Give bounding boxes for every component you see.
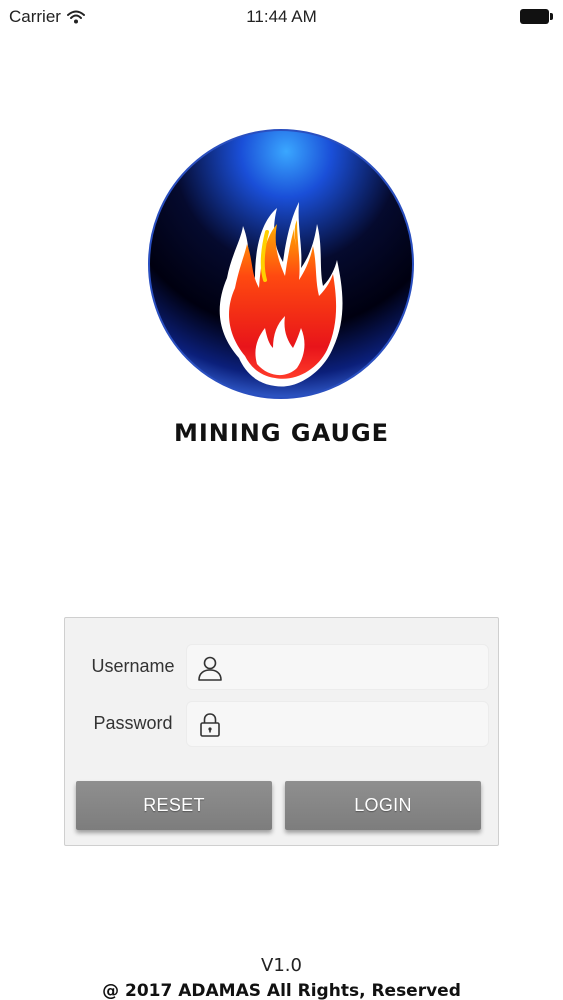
copyright-label: @ 2017 ADAMAS All Rights, Reserved <box>102 981 461 1000</box>
password-field[interactable] <box>186 701 489 747</box>
status-time: 11:44 AM <box>246 7 317 26</box>
status-bar: Carrier 11:44 AM <box>0 0 563 34</box>
password-input[interactable] <box>233 708 483 742</box>
version-label: V1.0 <box>261 955 302 976</box>
user-icon <box>198 656 222 681</box>
lock-icon <box>200 713 220 737</box>
username-label: Username <box>91 656 175 676</box>
username-field[interactable] <box>186 644 489 690</box>
login-button[interactable]: LOGIN <box>285 781 481 830</box>
reset-button[interactable]: RESET <box>76 781 272 830</box>
flame-globe-logo <box>148 129 414 399</box>
username-input[interactable] <box>233 651 483 685</box>
battery-full-icon <box>520 9 553 24</box>
app-title: MINING GAUGE <box>173 419 390 447</box>
login-panel: Username Password RESET LOGIN <box>64 617 499 846</box>
password-row: Password <box>65 701 500 747</box>
username-row: Username <box>65 644 500 690</box>
password-label: Password <box>93 713 173 733</box>
